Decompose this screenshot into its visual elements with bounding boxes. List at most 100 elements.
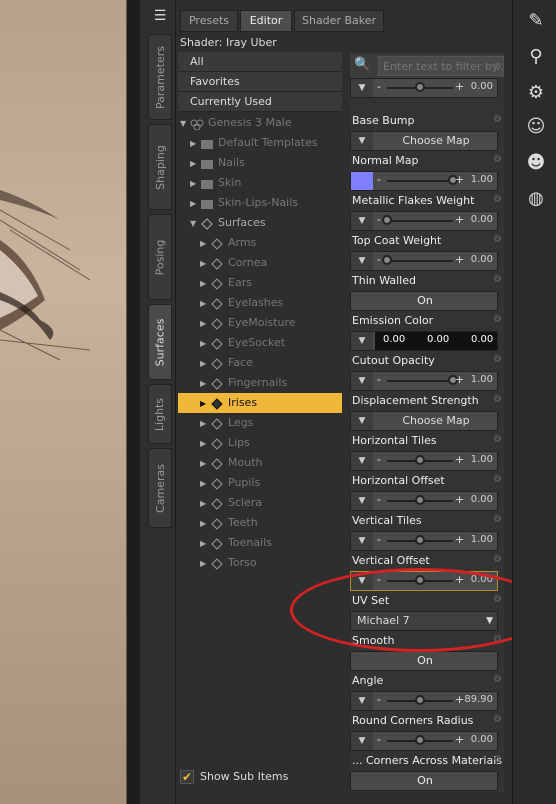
slider-track[interactable] xyxy=(387,82,453,92)
expand-arrow-icon[interactable]: ▶ xyxy=(200,394,210,414)
property-control[interactable]: ▼ - +0.00 xyxy=(350,211,498,231)
slider-track[interactable] xyxy=(387,175,458,185)
tree-folder[interactable]: ▶ Default Templates xyxy=(178,133,342,153)
slider-track[interactable] xyxy=(382,255,453,265)
gear-icon[interactable]: ⚙ xyxy=(493,274,502,285)
property-value[interactable]: 1.00 xyxy=(471,174,493,185)
property-control[interactable]: ▼ - +0.00 xyxy=(350,78,498,98)
plus-icon[interactable]: + xyxy=(455,493,464,506)
chevron-down-icon[interactable]: ▼ xyxy=(351,79,373,97)
tree-root-genesis[interactable]: ▼ Genesis 3 Male xyxy=(178,113,342,133)
expand-arrow-icon[interactable]: ▶ xyxy=(200,354,210,374)
tree-surfaces-group[interactable]: ▼ Surfaces xyxy=(178,213,342,233)
node-weight-icon[interactable]: ⚙ xyxy=(523,80,549,106)
surface-item[interactable]: ▶ Ears xyxy=(178,273,342,293)
chevron-down-icon[interactable]: ▼ xyxy=(351,212,373,230)
chevron-down-icon[interactable]: ▼ xyxy=(351,532,373,550)
tab-cameras[interactable]: Cameras xyxy=(148,448,172,528)
slider-track[interactable] xyxy=(382,215,453,225)
slider-track[interactable] xyxy=(387,535,453,545)
plus-icon[interactable]: + xyxy=(455,453,464,466)
minus-icon[interactable]: - xyxy=(377,573,381,586)
gear-icon[interactable]: ⚙ xyxy=(493,61,502,72)
slider-knob[interactable] xyxy=(382,215,392,225)
property-control[interactable]: On xyxy=(350,771,498,791)
head-profile-icon[interactable]: ☺ xyxy=(523,114,549,140)
property-value[interactable]: 1.00 xyxy=(471,534,493,545)
surface-item[interactable]: ▶ Legs xyxy=(178,413,342,433)
choose-map-button[interactable]: Choose Map xyxy=(375,412,497,430)
minus-icon[interactable]: - xyxy=(377,80,381,93)
property-control[interactable]: ▼ Choose Map xyxy=(350,411,498,431)
globe-icon[interactable]: ◍ xyxy=(523,186,549,212)
gear-icon[interactable]: ⚙ xyxy=(493,754,502,765)
property-control[interactable]: On xyxy=(350,291,498,311)
expand-arrow-icon[interactable]: ▶ xyxy=(200,234,210,254)
expand-arrow-icon[interactable]: ▶ xyxy=(200,434,210,454)
color-swatch[interactable] xyxy=(351,172,373,190)
tab-editor[interactable]: Editor xyxy=(240,10,292,32)
minus-icon[interactable]: - xyxy=(377,453,381,466)
plus-icon[interactable]: + xyxy=(455,213,464,226)
plus-icon[interactable]: + xyxy=(455,80,464,93)
minus-icon[interactable]: - xyxy=(377,173,381,186)
slider-track[interactable] xyxy=(387,735,453,745)
slider-knob[interactable] xyxy=(415,535,425,545)
category-favorites[interactable]: Favorites xyxy=(178,72,342,92)
tree-folder[interactable]: ▶ Skin-Lips-Nails xyxy=(178,193,342,213)
gear-icon[interactable]: ⚙ xyxy=(493,114,502,125)
surface-item[interactable]: ▶ Sclera xyxy=(178,493,342,513)
property-control[interactable]: ▼ - +1.00 xyxy=(350,451,498,471)
color-value-field[interactable]: 0.00 0.00 0.00 xyxy=(375,332,497,350)
hair-brush-icon[interactable]: ✎ xyxy=(523,8,549,34)
surface-item[interactable]: ▶ Arms xyxy=(178,233,342,253)
expand-arrow-icon[interactable]: ▶ xyxy=(200,374,210,394)
chevron-down-icon[interactable]: ▼ xyxy=(351,372,373,390)
surface-item[interactable]: ▶ EyeSocket xyxy=(178,333,342,353)
surface-item[interactable]: ▶ Torso xyxy=(178,553,342,573)
expand-arrow-icon[interactable]: ▶ xyxy=(200,274,210,294)
plus-icon[interactable]: + xyxy=(455,373,464,386)
minus-icon[interactable]: - xyxy=(377,693,381,706)
minus-icon[interactable]: - xyxy=(377,213,381,226)
surface-item[interactable]: ▶ Cornea xyxy=(178,253,342,273)
gear-icon[interactable]: ⚙ xyxy=(493,394,502,405)
slider-knob[interactable] xyxy=(415,735,425,745)
plus-icon[interactable]: + xyxy=(455,533,464,546)
magnifier-icon[interactable]: ⚲ xyxy=(523,44,549,70)
slider-track[interactable] xyxy=(387,495,453,505)
expand-arrow-icon[interactable]: ▶ xyxy=(200,414,210,434)
plus-icon[interactable]: + xyxy=(455,173,464,186)
gear-icon[interactable]: ⚙ xyxy=(493,434,502,445)
property-control[interactable]: ▼ - +0.00 xyxy=(350,571,498,591)
slider-track[interactable] xyxy=(387,375,458,385)
plus-icon[interactable]: + xyxy=(455,733,464,746)
minus-icon[interactable]: - xyxy=(377,733,381,746)
plus-icon[interactable]: + xyxy=(455,253,464,266)
minus-icon[interactable]: - xyxy=(377,373,381,386)
property-control[interactable]: ▼ 0.00 0.00 0.00 xyxy=(350,331,498,351)
expand-arrow-icon[interactable]: ▶ xyxy=(190,174,200,194)
expand-arrow-icon[interactable]: ▶ xyxy=(200,514,210,534)
property-control[interactable]: ▼ - +0.00 xyxy=(350,251,498,271)
surface-item[interactable]: ▶ Irises xyxy=(178,393,342,413)
gear-icon[interactable]: ⚙ xyxy=(493,714,502,725)
gear-icon[interactable]: ⚙ xyxy=(493,594,502,605)
tab-shaping[interactable]: Shaping xyxy=(148,124,172,210)
chevron-down-icon[interactable]: ▼ xyxy=(351,452,373,470)
minus-icon[interactable]: - xyxy=(377,493,381,506)
property-value[interactable]: 0.00 xyxy=(471,254,493,265)
property-value[interactable]: 0.00 xyxy=(471,494,493,505)
uv-set-select[interactable]: Michael 7 ▼ xyxy=(350,611,498,631)
gear-icon[interactable]: ⚙ xyxy=(493,194,502,205)
choose-map-button[interactable]: Choose Map xyxy=(375,132,497,150)
slider-knob[interactable] xyxy=(415,495,425,505)
expand-arrow-icon[interactable]: ▶ xyxy=(200,254,210,274)
plus-icon[interactable]: + xyxy=(455,573,464,586)
minus-icon[interactable]: - xyxy=(377,533,381,546)
expand-arrow-icon[interactable]: ▶ xyxy=(200,554,210,574)
gear-icon[interactable]: ⚙ xyxy=(493,314,502,325)
slider-knob[interactable] xyxy=(415,455,425,465)
surface-item[interactable]: ▶ Toenails xyxy=(178,533,342,553)
tab-lights[interactable]: Lights xyxy=(148,384,172,444)
